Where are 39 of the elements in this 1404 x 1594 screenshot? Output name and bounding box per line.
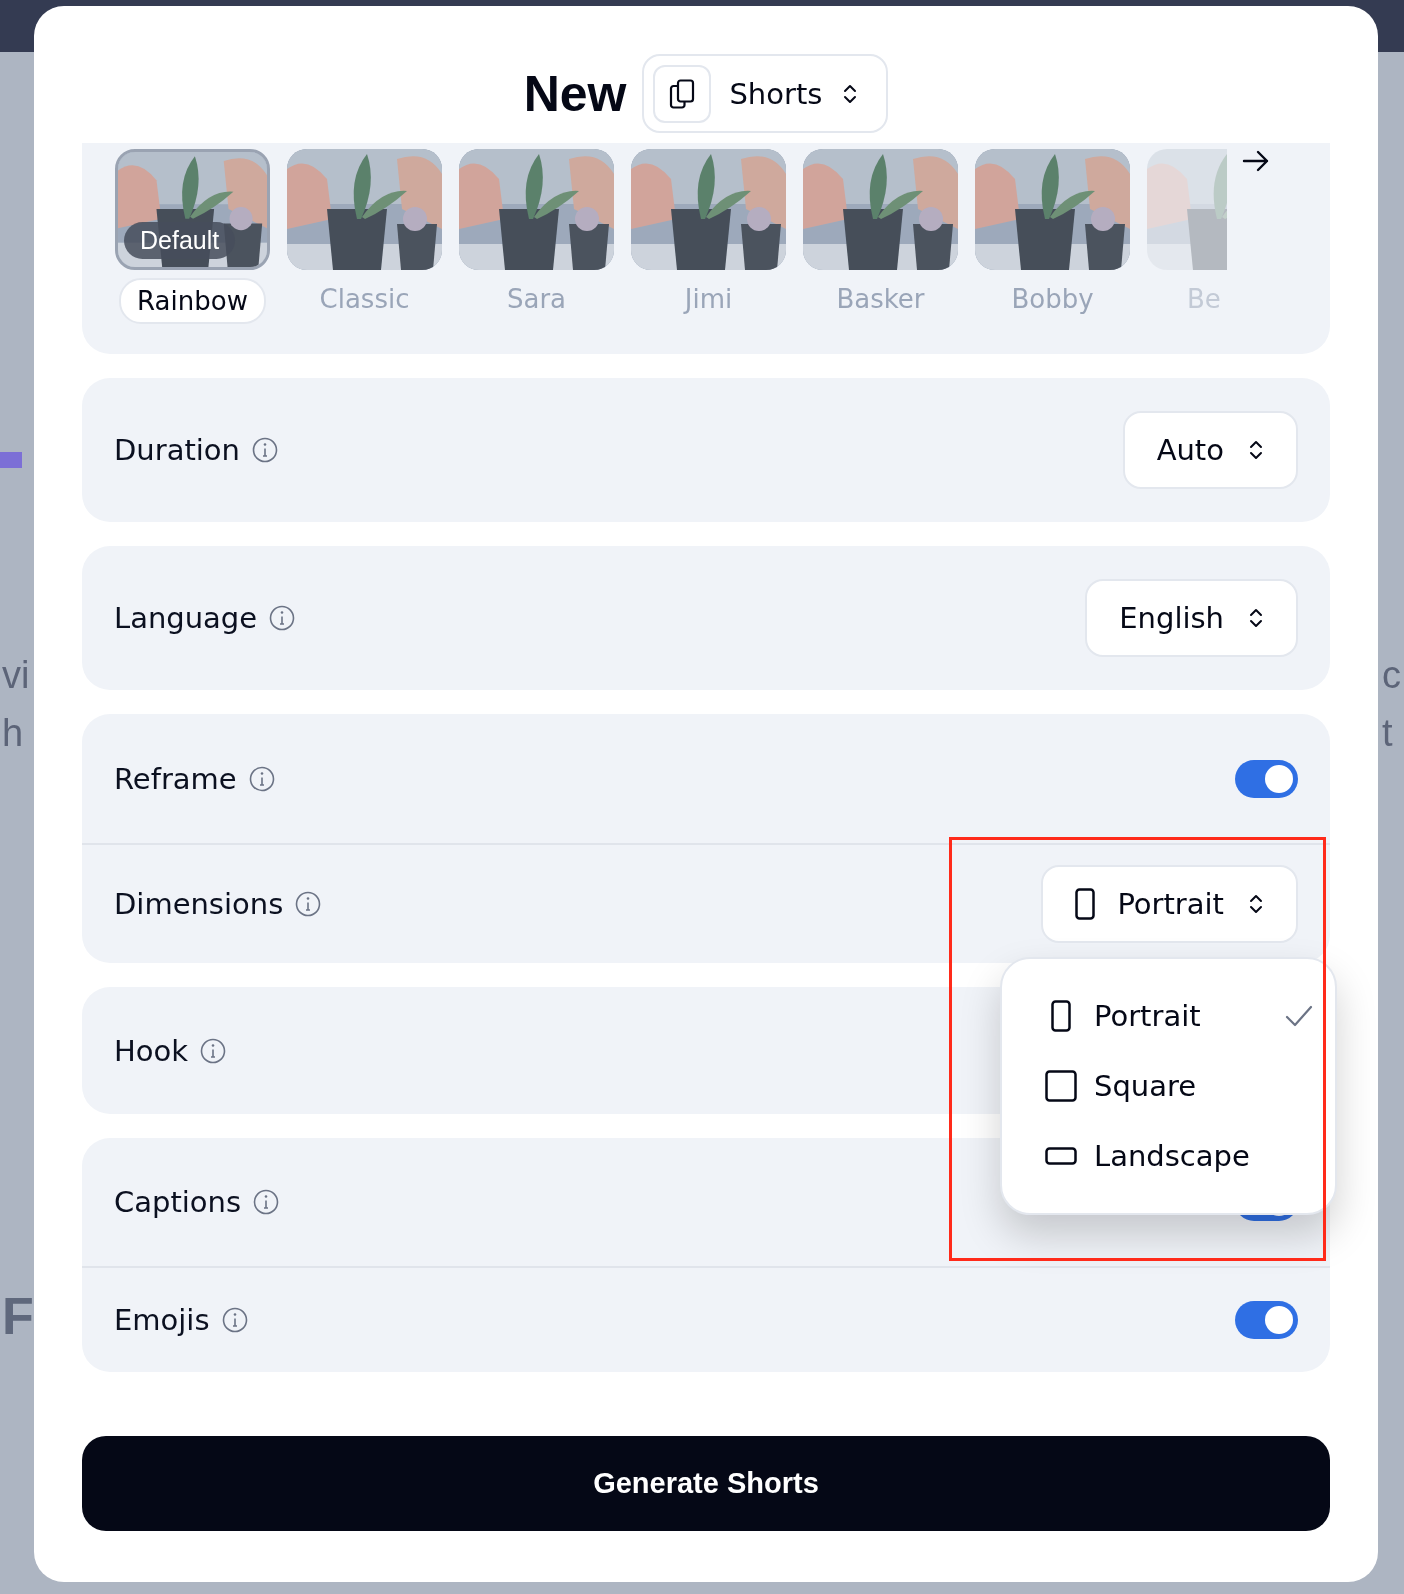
default-badge: Default — [124, 222, 236, 259]
toggle-switch[interactable] — [1235, 759, 1298, 798]
setting-label: Language — [114, 601, 258, 635]
info-icon[interactable] — [253, 1189, 280, 1215]
background-text: vi — [2, 656, 30, 694]
dropdown-option[interactable]: Square — [1002, 1051, 1335, 1121]
dropdown-select[interactable]: Auto — [1122, 411, 1298, 489]
background-text: t — [1382, 714, 1393, 752]
info-icon[interactable] — [295, 891, 322, 917]
toggle-switch[interactable] — [1235, 1301, 1298, 1339]
copy-button[interactable] — [653, 64, 712, 123]
square-icon — [1045, 1070, 1077, 1102]
info-icon[interactable] — [248, 765, 275, 792]
info-icon[interactable] — [221, 1307, 248, 1333]
setting-label: Captions — [114, 1185, 242, 1219]
setting-label: Reframe — [114, 761, 237, 796]
dialog-title: New — [523, 64, 627, 123]
dropdown-select[interactable]: English — [1085, 579, 1298, 657]
info-icon[interactable] — [200, 1037, 227, 1064]
portrait-icon — [1051, 1000, 1071, 1032]
style-name[interactable]: Rainbow — [119, 278, 266, 324]
dropdown-option[interactable]: Landscape — [1002, 1121, 1335, 1191]
setting-label: Dimensions — [114, 887, 284, 921]
accent-bar — [0, 452, 22, 468]
dropdown-select[interactable]: Portrait — [1041, 865, 1298, 943]
background-text: h — [2, 714, 24, 752]
setting-label: Hook — [114, 1033, 189, 1068]
copy-icon — [669, 78, 696, 109]
arrow-right-icon[interactable] — [1242, 149, 1270, 173]
type-select[interactable]: Shorts — [642, 54, 889, 133]
info-icon[interactable] — [251, 437, 278, 463]
setting-label: Duration — [114, 433, 240, 467]
background-text: F — [2, 1290, 34, 1342]
setting-label: Emojis — [114, 1303, 210, 1337]
landscape-icon — [1045, 1147, 1077, 1165]
dropdown-option[interactable]: Portrait — [1002, 981, 1335, 1051]
background-text: c — [1382, 656, 1401, 694]
info-icon[interactable] — [269, 605, 296, 631]
generate-button[interactable]: Generate Shorts — [82, 1436, 1330, 1531]
